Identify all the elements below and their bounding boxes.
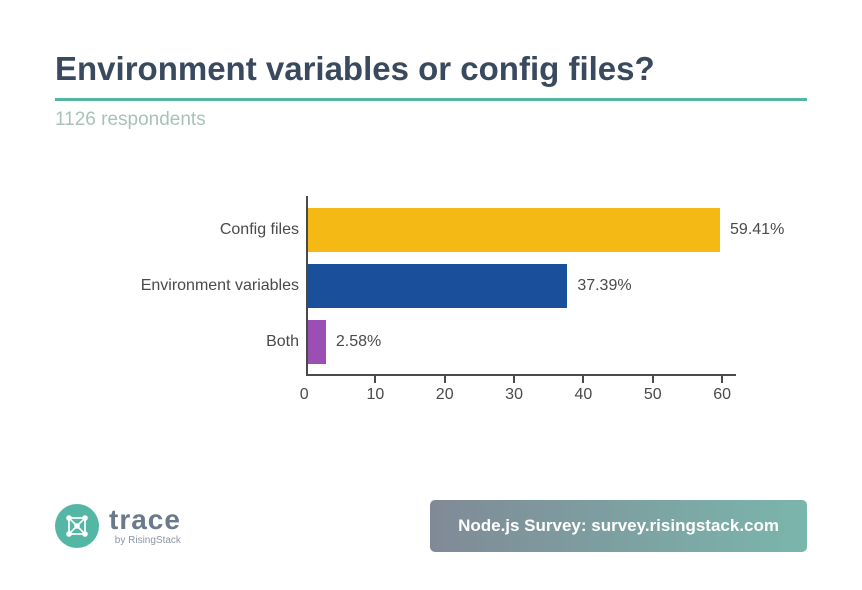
y-label: Environment variables — [121, 264, 299, 308]
x-tick-label: 60 — [713, 386, 731, 404]
page-title: Environment variables or config files? — [55, 50, 807, 88]
bar — [308, 208, 720, 252]
bar-row: 2.58% — [308, 320, 381, 364]
respondent-count: 1126 respondents — [55, 109, 807, 131]
x-tick-label: 10 — [366, 386, 384, 404]
trace-logo-icon — [55, 504, 99, 548]
bar — [308, 264, 567, 308]
bar-value-label: 59.41% — [730, 221, 784, 239]
bar-value-label: 2.58% — [336, 333, 381, 351]
logo-text: trace — [109, 506, 181, 534]
y-label: Both — [121, 320, 299, 364]
x-tick-mark — [582, 376, 584, 383]
x-tick-mark — [652, 376, 654, 383]
y-axis-labels: Config files Environment variables Both — [121, 196, 299, 376]
x-tick-label: 50 — [644, 386, 662, 404]
x-tick-mark — [374, 376, 376, 383]
x-axis: 0 10 20 30 40 50 60 — [286, 376, 746, 416]
x-tick-mark — [513, 376, 515, 383]
chart: Config filesEnvironment variablesBoth 59… — [121, 196, 741, 426]
chart-bars: 59.41%37.39%2.58% — [308, 196, 738, 376]
trace-logo: trace by RisingStack — [55, 504, 181, 548]
logo-subtext: by RisingStack — [109, 536, 181, 546]
x-tick-mark — [721, 376, 723, 383]
title-divider — [55, 98, 807, 101]
bar-row: 37.39% — [308, 264, 632, 308]
survey-badge: Node.js Survey: survey.risingstack.com — [430, 500, 807, 552]
x-tick-label: 20 — [436, 386, 454, 404]
bar-value-label: 37.39% — [577, 277, 631, 295]
y-label: Config files — [121, 208, 299, 252]
bar-row: 59.41% — [308, 208, 784, 252]
x-tick-label: 30 — [505, 386, 523, 404]
x-tick-label: 0 — [300, 386, 309, 404]
x-tick-mark — [444, 376, 446, 383]
x-tick-label: 40 — [575, 386, 593, 404]
bar — [308, 320, 326, 364]
